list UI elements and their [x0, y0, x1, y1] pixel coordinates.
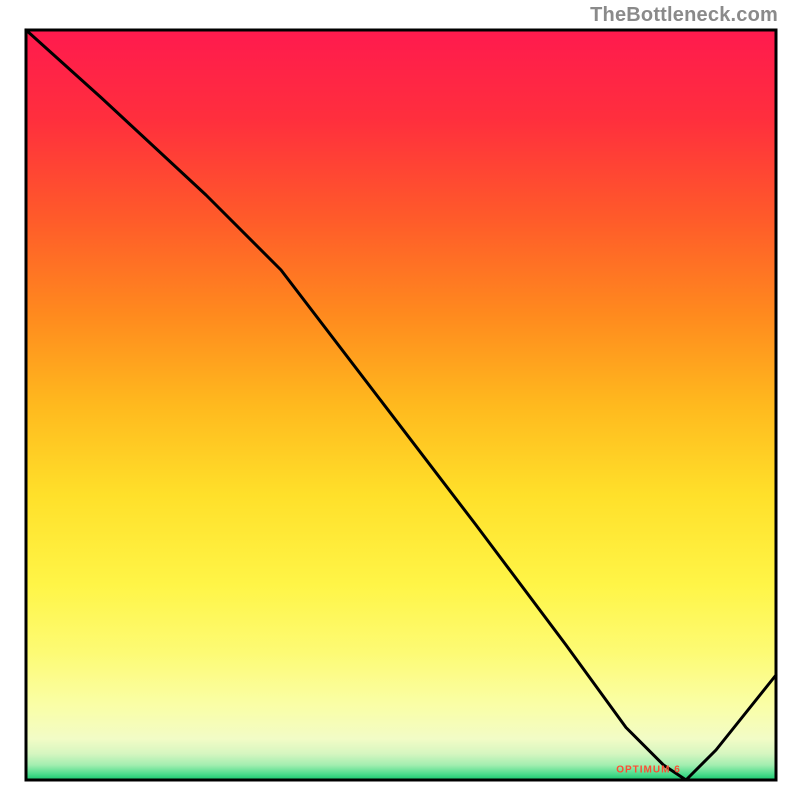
bottleneck-chart: OPTIMUM 6: [0, 0, 800, 800]
chart-background: [26, 30, 776, 780]
optimum-annotation: OPTIMUM 6: [616, 765, 681, 776]
